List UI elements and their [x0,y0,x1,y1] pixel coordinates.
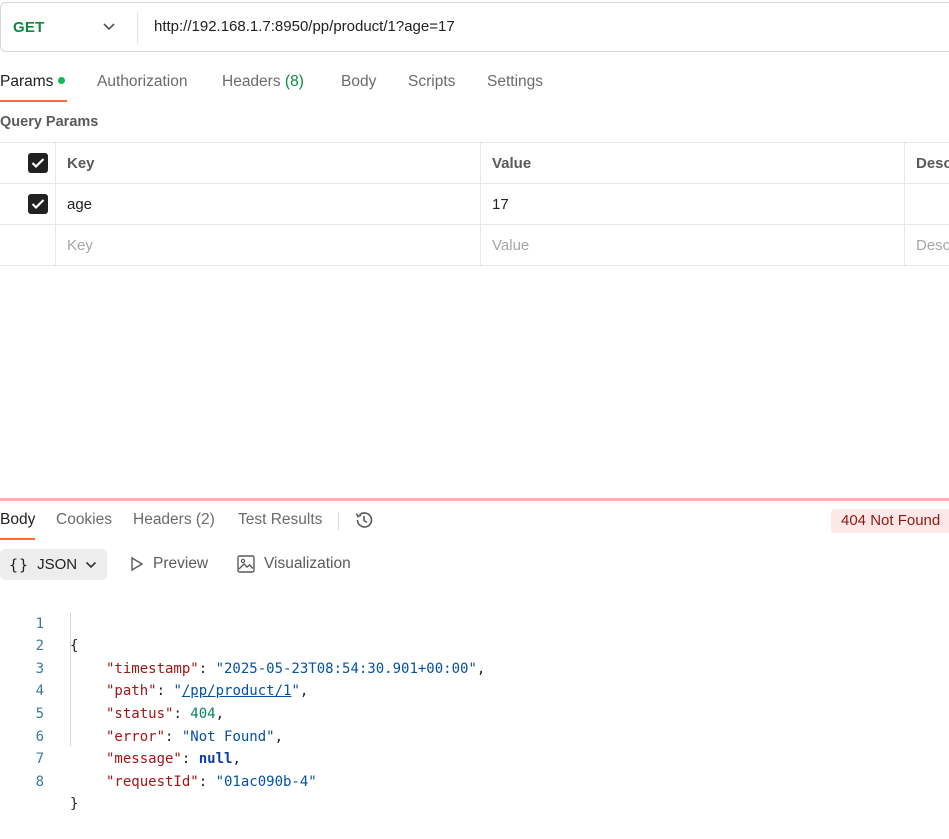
tab-headers[interactable]: Headers (8) [222,73,304,91]
code-line: 8 } [0,748,949,813]
active-tab-indicator [0,100,67,102]
tab-scripts[interactable]: Scripts [408,73,455,91]
new-value-field[interactable]: Value [481,225,905,265]
play-icon [131,556,144,572]
header-check-cell [0,143,56,183]
request-bar: GET http://192.168.1.7:8950/pp/product/1… [0,2,949,52]
new-description-field[interactable]: Desc [905,225,949,265]
json-key: "requestId" [106,773,199,790]
status-badge[interactable]: 404 Not Found [831,509,949,533]
tab-authorization[interactable]: Authorization [97,73,187,91]
code-line: 7 "requestId": "01ac090b-4" [0,726,949,790]
method-divider [137,12,138,44]
chevron-down-icon [86,561,97,568]
format-select[interactable]: {} JSON [0,549,107,580]
response-tab-headers[interactable]: Headers (2) [133,511,215,529]
param-value-field[interactable]: 17 [481,184,905,224]
request-tabs: Params Authorization Headers (8) Body Sc… [0,70,949,102]
code-line: 6 "message": null, [0,703,949,768]
json-braces-icon: {} [9,555,30,574]
response-divider[interactable] [0,498,949,501]
visualization-button[interactable]: Visualization [237,555,351,573]
params-header-row: Key Value Desc [0,142,949,183]
param-enabled-checkbox[interactable] [28,194,48,214]
column-key: Key [56,143,481,183]
close-brace: } [70,796,79,813]
visualization-label: Visualization [264,555,351,572]
tab-separator [338,512,339,530]
method-select[interactable]: GET [1,3,137,51]
line-number: 8 [35,773,44,790]
table-row-empty: Key Value Desc [0,224,949,266]
param-description-field[interactable] [905,184,949,224]
format-selected-label: JSON [37,556,78,573]
checkmark-icon [31,199,45,210]
tab-body[interactable]: Body [341,73,376,91]
code-line: 4 "status": 404, [0,658,949,722]
preview-button[interactable]: Preview [130,555,208,573]
code-line: 2 "timestamp": "2025-05-23T08:54:30.901+… [0,613,949,677]
tab-settings[interactable]: Settings [487,73,543,91]
code-line: 1 { [0,590,949,655]
empty-check-cell [0,225,56,265]
checkmark-icon [31,158,45,169]
params-table: Key Value Desc age 17 Key Value Desc [0,142,949,266]
response-tabs: Body Cookies Headers (2) Test Results [0,508,949,540]
tab-params[interactable]: Params [0,73,66,91]
code-line: 3 "path": "/pp/product/1", [0,635,949,700]
response-tab-cookies[interactable]: Cookies [56,511,112,529]
tab-headers-label: Headers [222,73,281,90]
response-body-code: 1 { 2 "timestamp": "2025-05-23T08:54:30.… [0,590,949,813]
image-icon [237,555,255,573]
history-icon[interactable] [353,509,375,531]
new-key-field[interactable]: Key [56,225,481,265]
json-value: "01ac090b-4" [215,773,317,790]
code-line: 5 "error": "Not Found", [0,680,949,745]
chevron-down-icon [103,23,115,31]
param-key-field[interactable]: age [56,184,481,224]
response-tab-body[interactable]: Body [0,511,35,529]
column-value: Value [481,143,905,183]
method-label: GET [13,19,45,36]
select-all-checkbox[interactable] [28,153,48,173]
active-response-tab-indicator [0,538,35,540]
tab-params-label: Params [0,73,54,90]
response-format-bar: {} JSON Preview Visualization [0,549,949,581]
headers-count: (8) [284,73,304,90]
table-row: age 17 [0,183,949,224]
response-tab-test-results[interactable]: Test Results [238,511,322,529]
url-input[interactable]: http://192.168.1.7:8950/pp/product/1?age… [154,18,455,35]
query-params-title: Query Params [0,114,99,130]
column-description: Desc [916,154,949,172]
preview-label: Preview [153,555,209,572]
params-active-dot-icon [58,77,66,84]
row-check-cell [0,184,56,224]
